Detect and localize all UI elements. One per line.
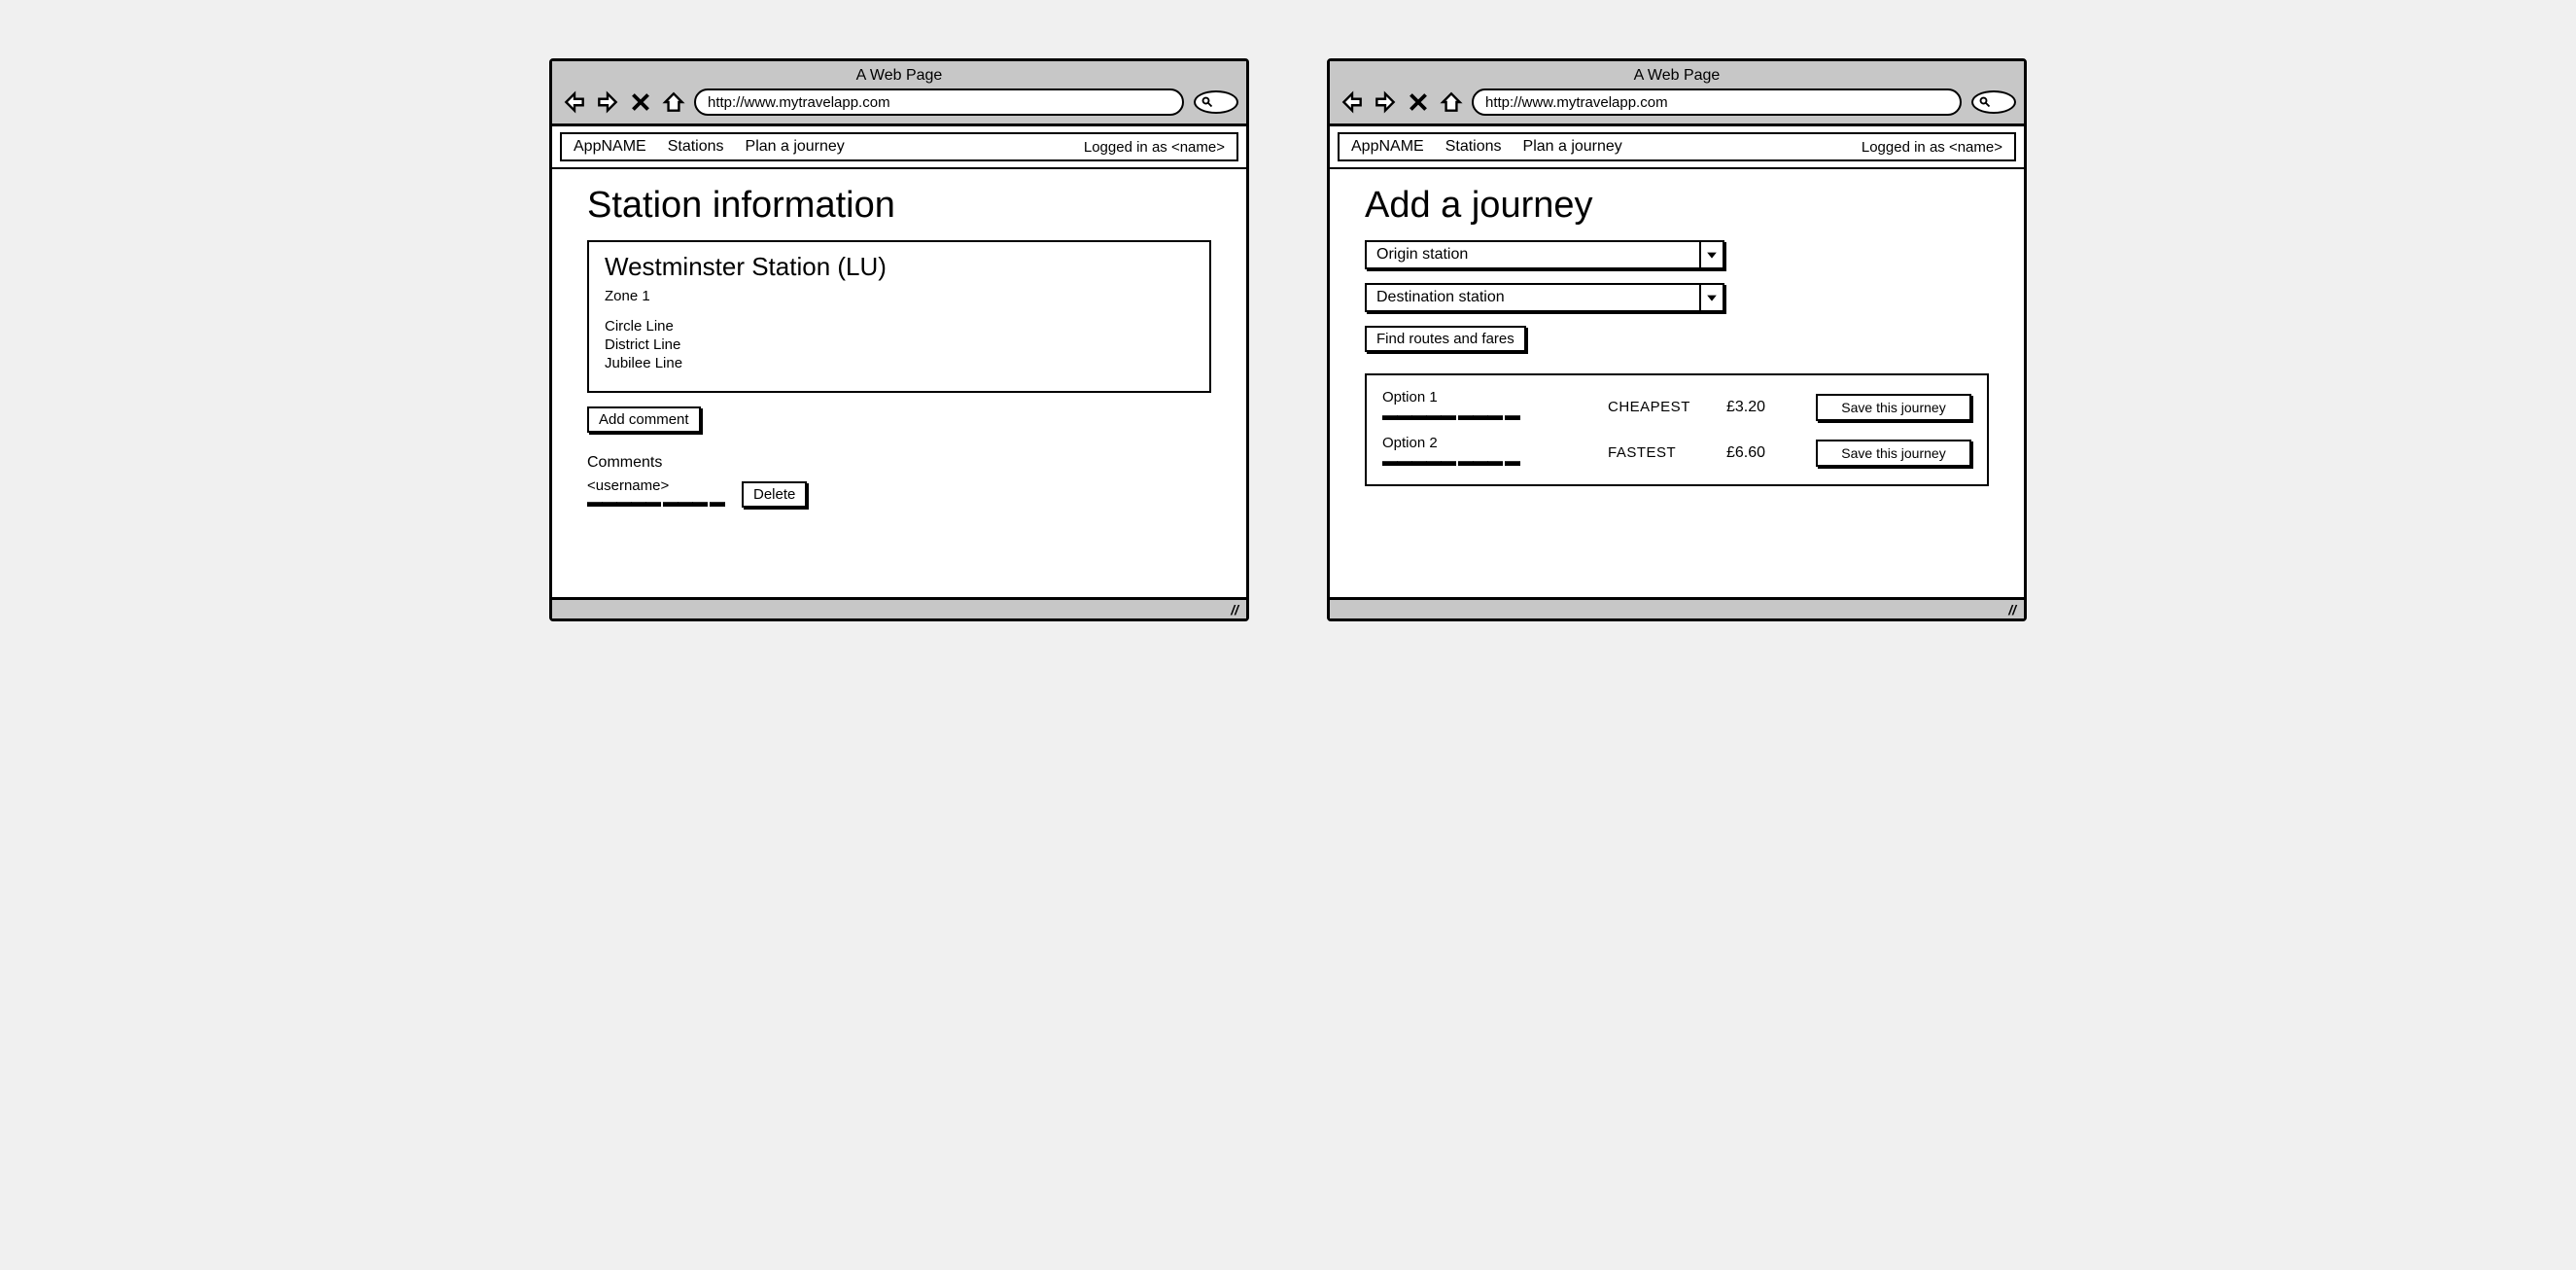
station-line: District Line bbox=[605, 336, 1194, 353]
origin-station-label: Origin station bbox=[1367, 242, 1699, 267]
menubar: AppNAME Stations Plan a journey Logged i… bbox=[1338, 132, 2016, 161]
option-tag: CHEAPEST bbox=[1608, 399, 1715, 415]
home-icon[interactable] bbox=[1437, 88, 1466, 116]
window-station-info: A Web Page http://www.mytravelapp.com bbox=[549, 58, 1249, 621]
url-bar[interactable]: http://www.mytravelapp.com bbox=[694, 88, 1184, 116]
stop-icon[interactable] bbox=[1404, 88, 1433, 116]
window-add-journey: A Web Page http://www.mytravelapp.com bbox=[1327, 58, 2027, 621]
nav-stations[interactable]: Stations bbox=[668, 138, 724, 156]
browser-nav-icons bbox=[1338, 88, 1466, 116]
station-name: Westminster Station (LU) bbox=[605, 252, 1194, 282]
window-title: A Web Page bbox=[1338, 67, 2016, 85]
delete-comment-button[interactable]: Delete bbox=[742, 481, 807, 508]
window-footer: // bbox=[552, 597, 1246, 618]
page-title: Station information bbox=[587, 185, 1211, 227]
search-button[interactable] bbox=[1971, 90, 2016, 114]
stop-icon[interactable] bbox=[626, 88, 655, 116]
page-body: Station information Westminster Station … bbox=[552, 169, 1246, 597]
url-text: http://www.mytravelapp.com bbox=[1485, 94, 1668, 111]
home-icon[interactable] bbox=[659, 88, 688, 116]
logged-in-status: Logged in as <name> bbox=[1862, 139, 2002, 156]
logged-in-status: Logged in as <name> bbox=[1084, 139, 1225, 156]
browser-toolbar: http://www.mytravelapp.com bbox=[1338, 88, 2016, 116]
save-journey-button[interactable]: Save this journey bbox=[1816, 440, 1971, 467]
route-option-row: Option 1 ▬▬▬▬▬ ▬▬▬ ▬ CHEAPEST £3.20 Save… bbox=[1382, 389, 1971, 425]
browser-nav-icons bbox=[560, 88, 688, 116]
nav-plan-journey[interactable]: Plan a journey bbox=[1523, 138, 1622, 156]
option-label: Option 2 bbox=[1382, 435, 1596, 451]
window-title: A Web Page bbox=[560, 67, 1238, 85]
menubar: AppNAME Stations Plan a journey Logged i… bbox=[560, 132, 1238, 161]
browser-titlebar: A Web Page http://www.mytravelapp.com bbox=[1330, 61, 2024, 126]
url-text: http://www.mytravelapp.com bbox=[708, 94, 890, 111]
search-button[interactable] bbox=[1194, 90, 1238, 114]
comment-text: <username> ▬▬▬▬▬ ▬▬▬ ▬ bbox=[587, 477, 724, 512]
station-zone: Zone 1 bbox=[605, 288, 1194, 304]
url-bar[interactable]: http://www.mytravelapp.com bbox=[1472, 88, 1962, 116]
comment-row: <username> ▬▬▬▬▬ ▬▬▬ ▬ Delete bbox=[587, 477, 1211, 512]
menubar-left: AppNAME Stations Plan a journey bbox=[574, 138, 845, 156]
option-tag: FASTEST bbox=[1608, 444, 1715, 461]
menubar-left: AppNAME Stations Plan a journey bbox=[1351, 138, 1622, 156]
forward-icon[interactable] bbox=[1371, 88, 1400, 116]
window-footer: // bbox=[1330, 597, 2024, 618]
nav-app-name[interactable]: AppNAME bbox=[1351, 138, 1424, 156]
option-label: Option 1 bbox=[1382, 389, 1596, 406]
find-routes-button[interactable]: Find routes and fares bbox=[1365, 326, 1526, 352]
menubar-container: AppNAME Stations Plan a journey Logged i… bbox=[1330, 126, 2024, 169]
option-fare: £3.20 bbox=[1726, 399, 1804, 416]
comment-username: <username> bbox=[587, 477, 724, 494]
page-title: Add a journey bbox=[1365, 185, 1989, 227]
forward-icon[interactable] bbox=[593, 88, 622, 116]
resize-handle-icon[interactable]: // bbox=[1231, 602, 1238, 617]
menubar-container: AppNAME Stations Plan a journey Logged i… bbox=[552, 126, 1246, 169]
station-panel: Westminster Station (LU) Zone 1 Circle L… bbox=[587, 240, 1211, 393]
search-icon bbox=[1979, 96, 1991, 108]
station-line: Jubilee Line bbox=[605, 355, 1194, 371]
option-description-placeholder: ▬▬▬▬▬ ▬▬▬ ▬ bbox=[1382, 453, 1596, 471]
station-line: Circle Line bbox=[605, 318, 1194, 335]
route-options-panel: Option 1 ▬▬▬▬▬ ▬▬▬ ▬ CHEAPEST £3.20 Save… bbox=[1365, 373, 1989, 486]
destination-station-label: Destination station bbox=[1367, 285, 1699, 310]
nav-app-name[interactable]: AppNAME bbox=[574, 138, 646, 156]
option-description-placeholder: ▬▬▬▬▬ ▬▬▬ ▬ bbox=[1382, 407, 1596, 425]
resize-handle-icon[interactable]: // bbox=[2008, 602, 2016, 617]
origin-station-select[interactable]: Origin station bbox=[1365, 240, 1724, 269]
browser-toolbar: http://www.mytravelapp.com bbox=[560, 88, 1238, 116]
back-icon[interactable] bbox=[1338, 88, 1367, 116]
option-fare: £6.60 bbox=[1726, 444, 1804, 462]
route-option-row: Option 2 ▬▬▬▬▬ ▬▬▬ ▬ FASTEST £6.60 Save … bbox=[1382, 435, 1971, 471]
add-comment-button[interactable]: Add comment bbox=[587, 406, 701, 433]
nav-plan-journey[interactable]: Plan a journey bbox=[746, 138, 845, 156]
chevron-down-icon bbox=[1699, 285, 1723, 310]
page-body: Add a journey Origin station Destination… bbox=[1330, 169, 2024, 597]
comment-body-placeholder: ▬▬▬▬▬ ▬▬▬ ▬ bbox=[587, 494, 724, 512]
nav-stations[interactable]: Stations bbox=[1445, 138, 1502, 156]
back-icon[interactable] bbox=[560, 88, 589, 116]
chevron-down-icon bbox=[1699, 242, 1723, 267]
destination-station-select[interactable]: Destination station bbox=[1365, 283, 1724, 312]
save-journey-button[interactable]: Save this journey bbox=[1816, 394, 1971, 421]
browser-titlebar: A Web Page http://www.mytravelapp.com bbox=[552, 61, 1246, 126]
search-icon bbox=[1201, 96, 1213, 108]
comments-heading: Comments bbox=[587, 454, 1211, 472]
